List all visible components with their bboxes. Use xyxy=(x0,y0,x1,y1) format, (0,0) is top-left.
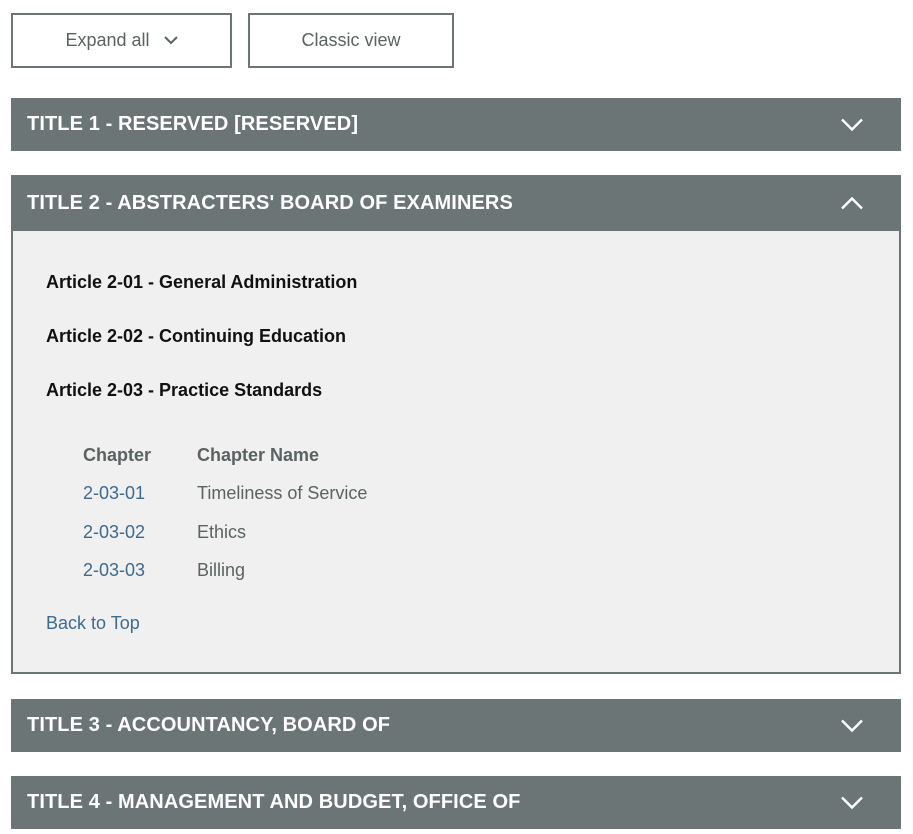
chapter-name: Ethics xyxy=(197,521,247,542)
title-2-label: TITLE 2 - ABSTRACTERS' BOARD OF EXAMINER… xyxy=(27,191,513,214)
title-2-header[interactable]: TITLE 2 - ABSTRACTERS' BOARD OF EXAMINER… xyxy=(11,175,901,231)
article-2-03-link[interactable]: Article 2-03 - Practice Standards xyxy=(46,380,322,401)
back-to-top-link[interactable]: Back to Top xyxy=(46,613,140,634)
chapter-link[interactable]: 2-03-01 xyxy=(83,483,197,504)
title-1-label: TITLE 1 - RESERVED [RESERVED] xyxy=(27,113,359,135)
chevron-down-icon xyxy=(163,36,178,45)
page: Expand all Classic view TITLE 1 - RESERV… xyxy=(0,0,913,834)
title-3-label: TITLE 3 - ACCOUNTANCY, BOARD OF xyxy=(27,714,391,736)
article-2-02-link[interactable]: Article 2-02 - Continuing Education xyxy=(46,326,346,347)
chapter-name: Timeliness of Service xyxy=(197,483,368,504)
chapter-table-header: Chapter Chapter Name xyxy=(83,436,367,475)
chevron-down-icon xyxy=(841,719,863,732)
chevron-down-icon xyxy=(841,796,863,809)
table-row: 2-03-03 Billing xyxy=(83,552,367,591)
title-3-header[interactable]: TITLE 3 - ACCOUNTANCY, BOARD OF xyxy=(11,699,901,752)
expand-all-button[interactable]: Expand all xyxy=(11,13,232,68)
chevron-up-icon xyxy=(841,196,863,210)
article-2-01-link[interactable]: Article 2-01 - General Administration xyxy=(46,272,357,293)
chapter-column-header: Chapter xyxy=(83,444,152,465)
chapter-link[interactable]: 2-03-02 xyxy=(83,522,197,543)
table-row: 2-03-02 Ethics xyxy=(83,513,367,552)
title-4-header[interactable]: TITLE 4 - MANAGEMENT AND BUDGET, OFFICE … xyxy=(11,776,901,829)
title-1-header[interactable]: TITLE 1 - RESERVED [RESERVED] xyxy=(11,98,901,151)
title-4-label: TITLE 4 - MANAGEMENT AND BUDGET, OFFICE … xyxy=(27,791,521,813)
classic-view-label: Classic view xyxy=(301,30,401,50)
chapter-name: Billing xyxy=(197,560,246,581)
chapter-name-column-header: Chapter Name xyxy=(197,444,320,465)
classic-view-button[interactable]: Classic view xyxy=(248,13,454,68)
chapter-link[interactable]: 2-03-03 xyxy=(83,560,197,581)
title-2-panel: Article 2-01 - General Administration Ar… xyxy=(11,231,901,674)
chevron-down-icon xyxy=(841,118,863,131)
chapter-table: Chapter Chapter Name 2-03-01 Timeliness … xyxy=(83,436,367,590)
table-row: 2-03-01 Timeliness of Service xyxy=(83,475,367,514)
expand-all-label: Expand all xyxy=(65,30,150,50)
